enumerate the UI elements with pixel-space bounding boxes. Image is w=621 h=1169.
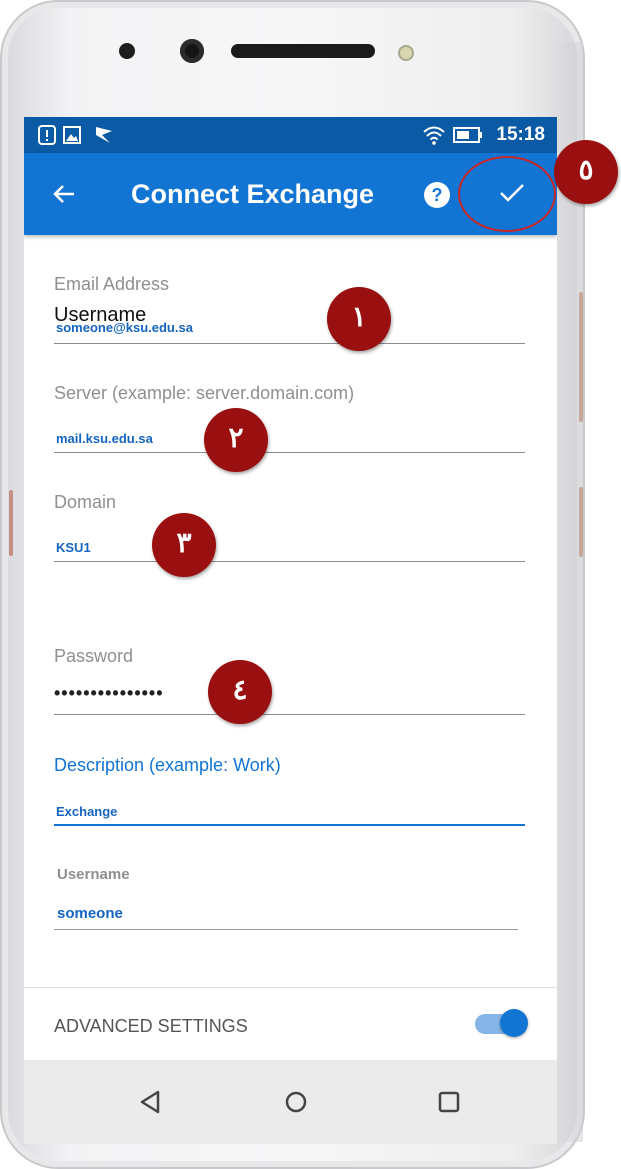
page-title: Connect Exchange <box>131 179 375 209</box>
advanced-divider <box>24 987 557 988</box>
help-icon[interactable]: ? <box>423 181 451 209</box>
email-label: Email Address <box>54 274 170 294</box>
battery-icon <box>453 127 482 143</box>
earpiece-speaker <box>231 44 375 58</box>
phone-screen: 15:18 Connect Exchange ? Email Address U… <box>24 117 557 1060</box>
password-label: Password <box>54 646 134 666</box>
domain-label: Domain <box>54 492 117 512</box>
front-camera <box>180 39 204 63</box>
status-bar: 15:18 <box>24 117 557 153</box>
flag-icon <box>96 127 112 143</box>
annotation-highlight-ring <box>458 156 556 232</box>
description-underline <box>54 824 525 826</box>
advanced-settings-toggle[interactable] <box>500 1009 528 1037</box>
advanced-settings-label: ADVANCED SETTINGS <box>54 1016 248 1036</box>
domain-field[interactable]: KSU1 <box>56 540 91 555</box>
annotation-badge-2: ٢ <box>204 408 268 472</box>
back-triangle-icon[interactable] <box>132 1084 168 1120</box>
volume-button <box>579 292 583 422</box>
power-button <box>579 487 583 557</box>
description-field[interactable]: Exchange <box>56 804 117 819</box>
server-field[interactable]: mail.ksu.edu.sa <box>56 431 153 446</box>
server-underline <box>54 452 525 453</box>
annotation-badge-5: ٥ <box>554 140 618 204</box>
wifi-icon <box>423 126 445 145</box>
back-arrow-icon[interactable] <box>52 182 76 206</box>
username-label: Username <box>57 866 130 883</box>
recents-square-icon[interactable] <box>431 1084 467 1120</box>
annotation-badge-1: ١ <box>327 287 391 351</box>
left-side-button <box>9 490 13 556</box>
password-field[interactable]: ••••••••••••••• <box>54 683 164 704</box>
image-icon <box>63 126 81 144</box>
system-nav-bar <box>24 1060 557 1144</box>
alert-icon <box>38 125 56 145</box>
domain-underline <box>54 561 525 562</box>
annotation-badge-4: ٤ <box>208 660 272 724</box>
email-field[interactable]: someone@ksu.edu.sa <box>56 320 193 335</box>
svg-text:?: ? <box>432 185 443 205</box>
home-circle-icon[interactable] <box>278 1084 314 1120</box>
username-underline <box>54 929 518 930</box>
email-underline <box>54 343 525 344</box>
annotation-badge-3: ٣ <box>152 513 216 577</box>
username-field[interactable]: someone <box>57 905 123 922</box>
password-underline <box>54 714 525 715</box>
description-label: Description (example: Work) <box>54 755 281 775</box>
server-label: Server (example: server.domain.com) <box>54 383 355 403</box>
clock: 15:18 <box>496 124 545 145</box>
proximity-sensor <box>398 45 414 61</box>
sensor-dot <box>119 43 135 59</box>
